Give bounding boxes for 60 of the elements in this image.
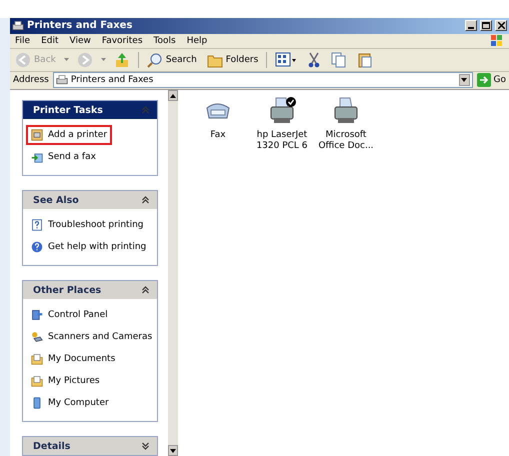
task-link[interactable]: Control Panel <box>26 305 113 325</box>
folder-icon <box>31 353 43 365</box>
control-panel-icon <box>31 309 43 321</box>
chevron-icon[interactable] <box>142 286 149 294</box>
search-icon <box>146 52 163 68</box>
scroll-down-button[interactable] <box>168 445 178 456</box>
maximize-icon <box>482 22 490 30</box>
task-link[interactable]: Send a fax <box>26 147 101 167</box>
go-button[interactable]: Go <box>476 73 506 88</box>
menu-item[interactable]: File <box>15 36 30 46</box>
menu-item[interactable]: Favorites <box>102 36 143 46</box>
down-arrow-icon[interactable] <box>64 58 69 62</box>
paste-icon <box>357 52 374 68</box>
task-link[interactable]: Troubleshoot printing <box>26 215 148 235</box>
go-arrow-icon <box>476 73 491 88</box>
windows-flag-icon <box>490 34 504 48</box>
task-link[interactable]: Add a printer <box>26 125 112 145</box>
printer-label[interactable]: Fax <box>210 130 226 141</box>
close-icon <box>498 22 504 30</box>
pane-header[interactable]: Printer Tasks <box>23 101 157 119</box>
dropdown-button[interactable] <box>458 74 470 86</box>
help-icon <box>31 241 43 253</box>
chevron-icon[interactable] <box>142 196 149 204</box>
down-arrow-icon[interactable] <box>100 58 106 62</box>
copy-icon <box>331 52 348 68</box>
pane-header[interactable]: See Also <box>23 191 157 209</box>
up-folder-icon <box>114 52 130 68</box>
pane-header[interactable]: Details <box>23 437 157 455</box>
up-arrow-icon <box>170 94 176 98</box>
address-label: Address <box>13 75 49 86</box>
menu-item[interactable]: Edit <box>41 36 58 46</box>
computer-icon <box>31 397 43 409</box>
scroll-up-button[interactable] <box>168 90 178 101</box>
search-button[interactable]: Search <box>144 52 199 68</box>
menu-item[interactable]: Tools <box>154 36 176 46</box>
scissors-icon <box>307 52 322 68</box>
views-icon <box>275 52 298 68</box>
down-arrow-icon <box>461 78 468 82</box>
task-link[interactable]: Scanners and Cameras <box>26 327 158 347</box>
printer-label[interactable]: Microsoft Office Doc... <box>318 130 374 152</box>
task-link[interactable]: My Pictures <box>26 371 105 391</box>
folders-button[interactable]: Folders <box>204 52 260 68</box>
help-icon <box>31 219 43 231</box>
printer-label[interactable]: hp LaserJet 1320 PCL 6 <box>256 130 308 152</box>
window-title: Printers and Faxes <box>27 20 132 32</box>
close-button[interactable] <box>495 20 507 32</box>
task-link[interactable]: My Computer <box>26 393 114 413</box>
task-link[interactable]: Get help with printing <box>26 237 152 257</box>
menu-item[interactable]: Help <box>186 36 208 46</box>
chevron-icon[interactable] <box>142 442 149 450</box>
scrollbar[interactable] <box>168 90 178 456</box>
scanner-icon <box>31 331 43 343</box>
pane-header[interactable]: Other Places <box>23 281 157 299</box>
down-arrow-icon <box>170 448 176 452</box>
menu-item[interactable]: View <box>70 36 91 46</box>
minimize-button[interactable] <box>465 20 477 32</box>
folder-icon <box>31 375 43 387</box>
task-link[interactable]: My Documents <box>26 349 120 369</box>
address-field[interactable]: Printers and Faxes <box>52 72 473 88</box>
maximize-button[interactable] <box>480 20 492 32</box>
